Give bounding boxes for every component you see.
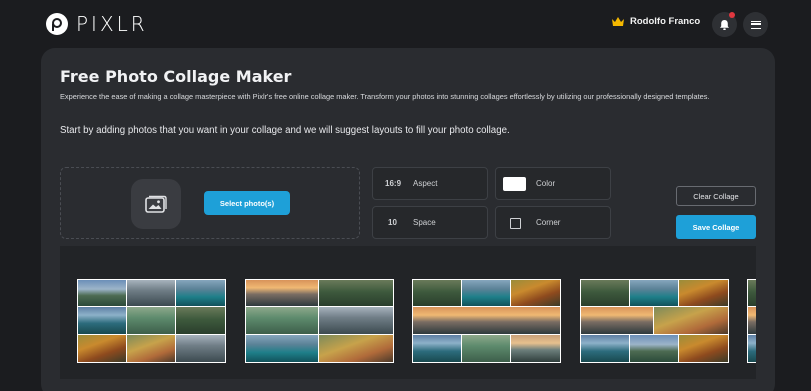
collage-photo <box>127 307 175 334</box>
collage-photo <box>319 335 393 362</box>
collage-photo <box>413 307 560 334</box>
space-value: 10 <box>388 218 397 227</box>
collage-photo <box>581 307 653 334</box>
instruction-text: Start by adding photos that you want in … <box>60 125 510 136</box>
corner-option[interactable]: Corner <box>495 206 611 239</box>
collage-photo <box>679 280 728 306</box>
collage-photo <box>413 280 461 306</box>
page-title: Free Photo Collage Maker <box>60 67 292 86</box>
bell-icon <box>720 19 729 30</box>
collage-photo <box>581 335 629 362</box>
collage-photo <box>246 280 318 306</box>
layout-template[interactable] <box>77 279 226 363</box>
collage-photo <box>319 280 393 306</box>
aspect-value: 16:9 <box>385 179 402 188</box>
collage-photo <box>78 280 126 306</box>
collage-photo <box>748 335 756 362</box>
layout-template[interactable] <box>580 279 729 363</box>
clear-collage-button[interactable]: Clear Collage <box>676 186 756 206</box>
space-option[interactable]: 10 Space <box>372 206 488 239</box>
corner-checkbox[interactable] <box>510 218 521 229</box>
top-bar: PIXLR Rodolfo Franco <box>0 0 811 48</box>
collage-photo <box>511 280 560 306</box>
collage-photo <box>176 307 225 334</box>
collage-photo <box>654 307 728 334</box>
image-icon <box>145 195 167 213</box>
notifications-button[interactable] <box>712 12 737 37</box>
collage-photo <box>413 335 461 362</box>
collage-photo <box>127 335 175 362</box>
collage-photo <box>246 307 318 334</box>
upload-icon-box <box>131 179 181 229</box>
save-collage-button[interactable]: Save Collage <box>676 215 756 239</box>
collage-photo <box>630 335 678 362</box>
layout-suggestions[interactable] <box>60 246 756 379</box>
menu-icon <box>750 20 761 29</box>
collage-photo <box>462 280 510 306</box>
collage-photo <box>319 307 393 334</box>
user-account[interactable]: Rodolfo Franco <box>612 16 700 27</box>
aspect-label: Aspect <box>413 179 438 188</box>
collage-photo <box>78 335 126 362</box>
collage-photo <box>748 280 756 306</box>
color-option[interactable]: Color <box>495 167 611 200</box>
collage-photo <box>462 335 510 362</box>
collage-photo <box>246 335 318 362</box>
collage-photo <box>748 307 756 334</box>
menu-button[interactable] <box>743 12 768 37</box>
color-swatch <box>503 177 526 191</box>
collage-photo <box>630 280 678 306</box>
collage-photo <box>78 307 126 334</box>
layout-template[interactable] <box>747 279 756 363</box>
space-label: Space <box>413 218 436 227</box>
layout-template[interactable] <box>245 279 394 363</box>
layout-template[interactable] <box>412 279 561 363</box>
photo-drop-zone[interactable]: Select photo(s) <box>60 167 360 239</box>
pixlr-logo[interactable]: PIXLR <box>46 12 148 36</box>
collage-photo <box>679 335 728 362</box>
page-description: Experience the ease of making a collage … <box>60 92 710 101</box>
notification-dot <box>729 12 735 18</box>
select-photos-button[interactable]: Select photo(s) <box>204 191 290 215</box>
collage-photo <box>176 335 225 362</box>
logo-text: PIXLR <box>76 12 148 36</box>
corner-label: Corner <box>536 218 561 227</box>
aspect-option[interactable]: 16:9 Aspect <box>372 167 488 200</box>
color-label: Color <box>536 179 556 188</box>
crown-icon <box>612 17 624 26</box>
collage-photo <box>581 280 629 306</box>
collage-photo <box>176 280 225 306</box>
collage-photo <box>127 280 175 306</box>
collage-photo <box>511 335 560 362</box>
pixlr-logo-icon <box>46 13 68 35</box>
user-name: Rodolfo Franco <box>630 16 701 27</box>
